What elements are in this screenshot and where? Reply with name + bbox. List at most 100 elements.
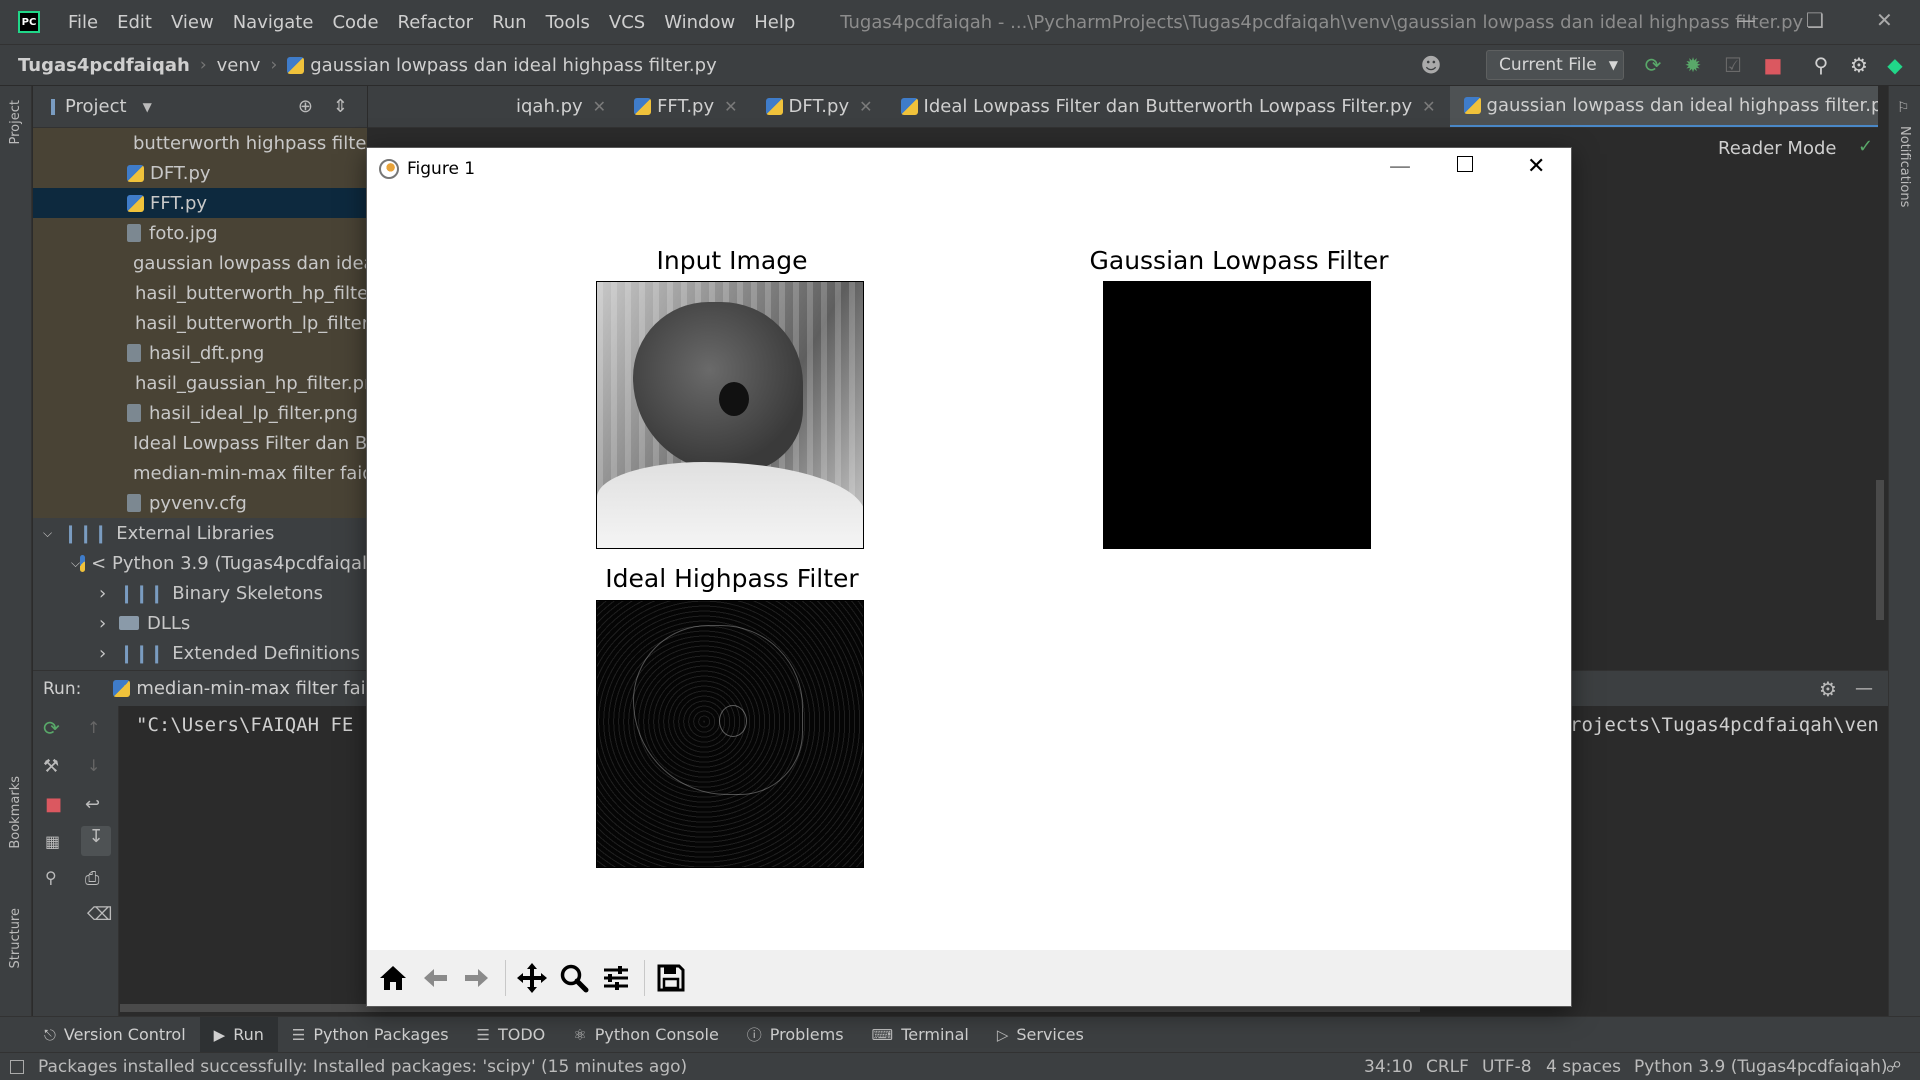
close-tab-icon[interactable]: ✕ bbox=[859, 97, 872, 116]
close-tab-icon[interactable]: ✕ bbox=[593, 97, 606, 116]
tab-python-console[interactable]: ⚛ Python Console bbox=[559, 1017, 733, 1053]
wrench-icon[interactable]: ⚒ bbox=[43, 756, 59, 777]
menu-refactor[interactable]: Refactor bbox=[398, 12, 474, 33]
tree-item[interactable]: Ideal Lowpass Filter dan Bu bbox=[33, 428, 367, 458]
panel-toggle-icon[interactable] bbox=[10, 1059, 24, 1074]
scroll-to-end-icon[interactable]: ↧ bbox=[81, 826, 111, 856]
status-message[interactable]: Packages installed successfully: Install… bbox=[38, 1057, 687, 1077]
tree-item[interactable]: hasil_ideal_lp_filter.png bbox=[33, 398, 367, 428]
home-button[interactable] bbox=[373, 958, 413, 998]
breadcrumb-folder[interactable]: venv bbox=[217, 55, 261, 76]
configure-subplots-button[interactable] bbox=[596, 958, 636, 998]
minimize-icon[interactable]: — bbox=[1736, 8, 1756, 32]
tree-item[interactable]: median-min-max filter faiqa bbox=[33, 458, 367, 488]
close-icon[interactable]: ✕ bbox=[1876, 8, 1893, 32]
tree-item[interactable]: hasil_butterworth_lp_filter.p bbox=[33, 308, 367, 338]
close-tab-icon[interactable]: ✕ bbox=[724, 97, 737, 116]
run-config-tab[interactable]: median-min-max filter faiqah bbox=[136, 678, 399, 699]
close-tab-icon[interactable]: ✕ bbox=[1422, 97, 1435, 116]
menu-code[interactable]: Code bbox=[332, 12, 378, 33]
back-button[interactable] bbox=[415, 958, 455, 998]
menu-edit[interactable]: Edit bbox=[117, 12, 152, 33]
line-separator[interactable]: CRLF bbox=[1426, 1057, 1469, 1077]
tab-terminal[interactable]: ⌨ Terminal bbox=[858, 1017, 983, 1053]
trash-icon[interactable]: ⌫ bbox=[87, 904, 112, 925]
tree-item[interactable]: gaussian lowpass dan ideal bbox=[33, 248, 367, 278]
debug-icon[interactable]: ✹ bbox=[1682, 54, 1704, 76]
lock-icon[interactable]: ☍ bbox=[1886, 1058, 1901, 1076]
hide-panel-icon[interactable]: — bbox=[1855, 678, 1873, 699]
notifications-tool-button[interactable]: Notifications bbox=[1897, 126, 1912, 207]
tree-item[interactable]: › DLLs bbox=[33, 608, 367, 638]
jetbrains-icon[interactable]: ◆ bbox=[1884, 54, 1906, 76]
layout-icon[interactable]: ▦ bbox=[45, 832, 60, 851]
pin-icon[interactable]: ⚲ bbox=[45, 868, 57, 887]
bookmarks-tool-button[interactable]: Bookmarks bbox=[8, 776, 23, 849]
soft-wrap-icon[interactable]: ↩ bbox=[85, 794, 100, 815]
rerun-icon[interactable]: ⟳ bbox=[1642, 54, 1664, 76]
bell-icon[interactable]: ⚐ bbox=[1897, 100, 1910, 116]
tab-run[interactable]: ▶ Run bbox=[199, 1016, 278, 1053]
pan-button[interactable] bbox=[512, 958, 552, 998]
tab-services[interactable]: ▷ Services bbox=[983, 1017, 1098, 1053]
stop-icon[interactable]: ■ bbox=[45, 794, 62, 815]
tree-item-external-libraries[interactable]: ⌵ ❙❙❙ External Libraries bbox=[33, 518, 367, 548]
stop-icon[interactable]: ■ bbox=[1762, 54, 1784, 76]
gear-icon[interactable]: ⚙ bbox=[1848, 54, 1870, 76]
indent-setting[interactable]: 4 spaces bbox=[1546, 1057, 1621, 1077]
breadcrumb-file[interactable]: gaussian lowpass dan ideal highpass filt… bbox=[310, 55, 717, 76]
tree-item[interactable]: hasil_gaussian_hp_filter.png bbox=[33, 368, 367, 398]
expand-all-icon[interactable]: ⇕ bbox=[333, 96, 348, 117]
tab-partial[interactable]: iqah.py ✕ bbox=[368, 86, 620, 127]
project-panel-title[interactable]: Project bbox=[65, 96, 127, 117]
forward-button[interactable] bbox=[457, 958, 497, 998]
zoom-button[interactable] bbox=[554, 958, 594, 998]
tree-item-python-sdk[interactable]: ⌵ < Python 3.9 (Tugas4pcdfaiqal bbox=[33, 548, 367, 578]
gear-icon[interactable]: ⚙ bbox=[1819, 677, 1837, 701]
tab-ideal-lowpass[interactable]: Ideal Lowpass Filter dan Butterworth Low… bbox=[887, 86, 1450, 127]
tab-version-control[interactable]: ⎋ Version Control bbox=[30, 1017, 200, 1053]
minimize-icon[interactable]: — bbox=[1389, 154, 1411, 179]
maximize-icon[interactable] bbox=[1457, 156, 1473, 172]
structure-tool-button[interactable]: Structure bbox=[8, 908, 23, 968]
menu-file[interactable]: File bbox=[68, 12, 98, 33]
dropdown-arrow-icon[interactable]: ▼ bbox=[143, 100, 152, 114]
project-tool-button[interactable]: Project bbox=[8, 100, 23, 144]
coverage-icon[interactable]: ☑ bbox=[1722, 54, 1744, 76]
save-figure-button[interactable] bbox=[651, 958, 691, 998]
run-config-select[interactable]: Current File ▼ bbox=[1486, 50, 1624, 80]
tab-todo[interactable]: ☰ TODO bbox=[463, 1017, 560, 1053]
tree-item[interactable]: butterworth highpass filter dan gaussian… bbox=[33, 128, 367, 158]
print-icon[interactable]: ⎙ bbox=[85, 868, 99, 889]
tree-item[interactable]: foto.jpg bbox=[33, 218, 367, 248]
menu-window[interactable]: Window bbox=[664, 12, 735, 33]
arrow-down-icon[interactable]: ↓ bbox=[87, 756, 100, 775]
editor-scrollbar[interactable] bbox=[1876, 480, 1884, 620]
tab-problems[interactable]: ⓘ Problems bbox=[733, 1017, 858, 1053]
breadcrumb-project[interactable]: Tugas4pcdfaiqah bbox=[18, 55, 190, 76]
locate-icon[interactable]: ⊕ bbox=[298, 96, 313, 117]
menu-help[interactable]: Help bbox=[754, 12, 795, 33]
file-encoding[interactable]: UTF-8 bbox=[1482, 1057, 1532, 1077]
close-icon[interactable]: ✕ bbox=[1527, 154, 1545, 179]
rerun-icon[interactable]: ⟳ bbox=[43, 716, 60, 740]
tab-python-packages[interactable]: ☰ Python Packages bbox=[278, 1017, 463, 1053]
tree-item[interactable]: › ❙❙❙ Binary Skeletons bbox=[33, 578, 367, 608]
menu-vcs[interactable]: VCS bbox=[609, 12, 645, 33]
search-icon[interactable]: ⚲ bbox=[1810, 54, 1832, 76]
caret-position[interactable]: 34:10 bbox=[1364, 1057, 1413, 1077]
tab-gaussian-lowpass-active[interactable]: gaussian lowpass dan ideal highpass filt… bbox=[1449, 86, 1878, 127]
arrow-up-icon[interactable]: ↑ bbox=[87, 718, 100, 737]
reader-mode-toggle[interactable]: Reader Mode bbox=[1718, 138, 1836, 159]
menu-navigate[interactable]: Navigate bbox=[233, 12, 314, 33]
tree-item[interactable]: DFT.py bbox=[33, 158, 367, 188]
menu-tools[interactable]: Tools bbox=[546, 12, 590, 33]
tree-item-selected[interactable]: FFT.py bbox=[33, 188, 367, 218]
tree-item[interactable]: › ❙❙❙ Extended Definitions bbox=[33, 638, 367, 668]
restore-icon[interactable]: ❏ bbox=[1806, 8, 1824, 32]
menu-view[interactable]: View bbox=[171, 12, 214, 33]
tree-item[interactable]: hasil_dft.png bbox=[33, 338, 367, 368]
user-icon[interactable]: ☻ bbox=[1420, 54, 1442, 76]
tab-dft[interactable]: DFT.py ✕ bbox=[752, 86, 887, 127]
tab-fft[interactable]: FFT.py ✕ bbox=[620, 86, 751, 127]
